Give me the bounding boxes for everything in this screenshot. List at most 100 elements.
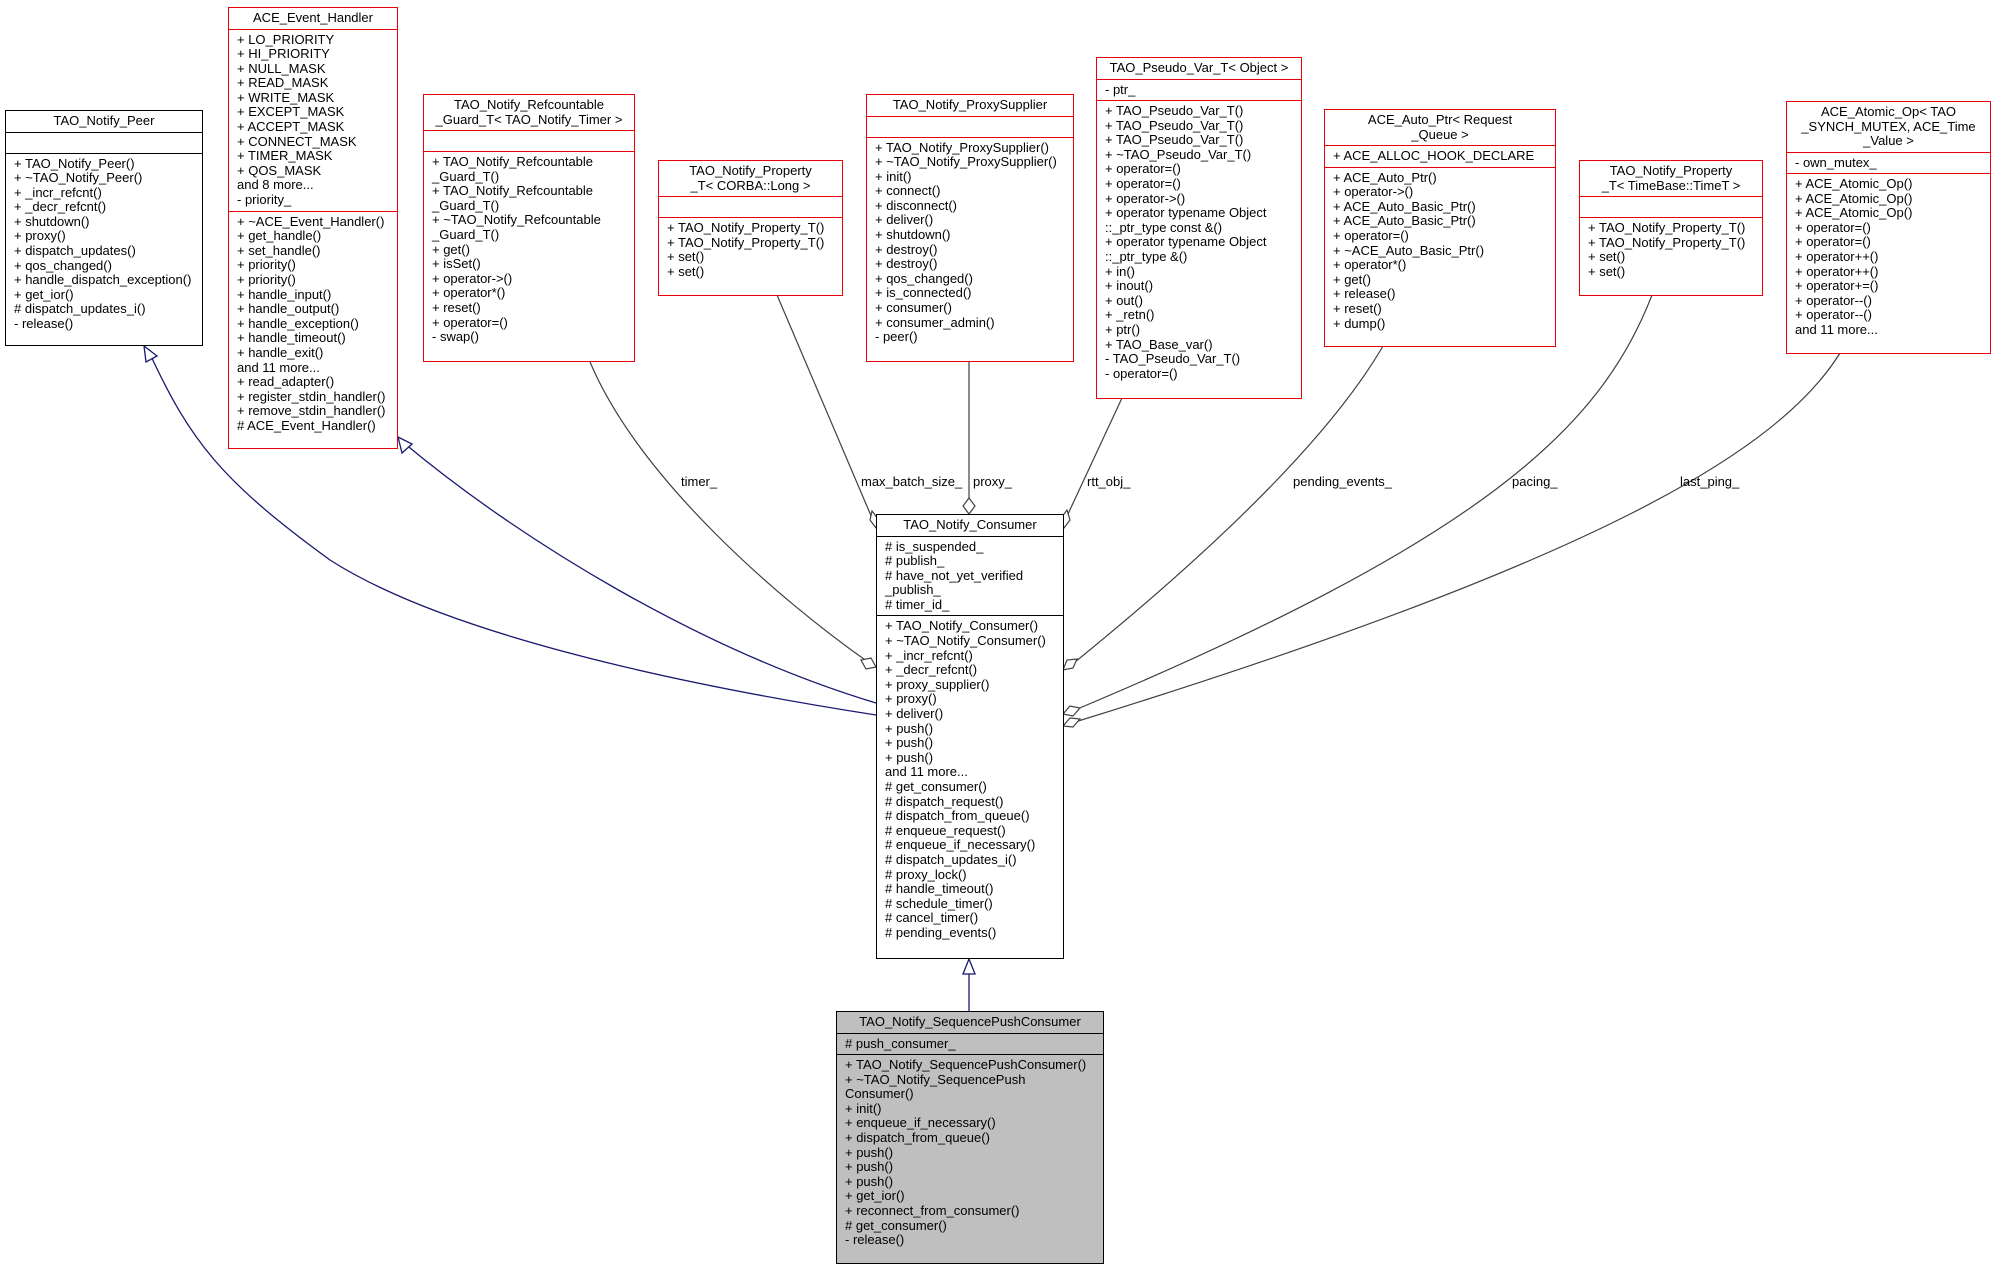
operation: + handle_exception() [237, 315, 359, 331]
inheritance-arrowhead-consumer [962, 957, 976, 975]
class-title: ACE_Auto_Ptr< Request _Queue > [1325, 110, 1555, 146]
operation: + enqueue_if_necessary() [845, 1115, 996, 1131]
class-title: TAO_Notify_Consumer [877, 515, 1063, 537]
operations-section: + ~ACE_Event_Handler() + get_handle() + se… [229, 212, 397, 437]
edge-label-last-ping: last_ping_ [1680, 474, 1740, 489]
edge-label-rtt-obj: rtt_obj_ [1087, 474, 1131, 489]
class-tao-notify-proxy-supplier[interactable]: TAO_Notify_ProxySupplier + TAO_Notify_Pro… [866, 94, 1074, 362]
operation: + operator->() [1105, 190, 1186, 206]
operation: + operator typename Object [1105, 205, 1267, 221]
attribute: + TIMER_MASK [237, 148, 333, 164]
operation: + shutdown() [14, 213, 90, 229]
class-tao-notify-consumer[interactable]: TAO_Notify_Consumer # is_suspended_ # publ… [876, 514, 1064, 959]
inheritance-edge-event-handler [403, 442, 877, 704]
operation: + push() [845, 1173, 894, 1189]
attribute: + CONNECT_MASK [237, 133, 357, 149]
operation: _Guard_T() [432, 197, 500, 213]
operation: + deliver() [885, 706, 944, 722]
attribute: - own_mutex_ [1795, 154, 1877, 170]
operation: + TAO_Pseudo_Var_T() [1105, 103, 1244, 119]
operations-section: + TAO_Notify_ProxySupplier() + ~TAO_Notif… [867, 138, 1073, 348]
operation: + remove_stdin_handler() [237, 403, 386, 419]
class-ace-event-handler[interactable]: ACE_Event_Handler + LO_PRIORITY + HI_PRIOR… [228, 7, 398, 449]
class-tao-notify-refcountable-guard[interactable]: TAO_Notify_Refcountable _Guard_T< TAO_No… [423, 94, 635, 362]
operation: and 11 more... [1795, 322, 1878, 338]
operation: _Guard_T() [432, 168, 500, 184]
operation: + ~TAO_Notify_Peer() [14, 170, 143, 186]
operation: + reconnect_from_consumer() [845, 1203, 1020, 1219]
operation: and 11 more... [237, 359, 320, 375]
operation: + proxy_supplier() [885, 676, 990, 692]
operation: # cancel_timer() [885, 910, 979, 926]
attributes-section [1580, 197, 1762, 218]
operation: - swap() [432, 329, 479, 345]
attributes-section [424, 131, 634, 152]
class-tao-notify-sequence-push-consumer[interactable]: TAO_Notify_SequencePushConsumer # push_co… [836, 1011, 1104, 1264]
operation: + proxy() [14, 228, 66, 244]
operation: # handle_timeout() [885, 881, 994, 897]
operation: # dispatch_request() [885, 793, 1004, 809]
operation: + operator=() [1795, 234, 1871, 250]
operation: + init() [875, 168, 912, 184]
class-tao-notify-peer[interactable]: TAO_Notify_Peer + TAO_Notify_Peer() + ~TAO… [5, 110, 203, 346]
operation: + handle_input() [237, 286, 332, 302]
operation: + get() [1333, 271, 1371, 287]
operation: ::_ptr_type const &() [1105, 219, 1223, 235]
operation: + operator*() [1333, 257, 1407, 273]
edge-label-pending-events: pending_events_ [1293, 474, 1393, 489]
operation: + destroy() [875, 256, 938, 272]
operation: + push() [845, 1144, 894, 1160]
attribute: # push_consumer_ [845, 1035, 956, 1051]
operation: + TAO_Notify_Property_T() [1588, 234, 1746, 250]
attribute: + ACCEPT_MASK [237, 119, 345, 135]
operation: + handle_timeout() [237, 330, 346, 346]
operations-section: + TAO_Pseudo_Var_T() + TAO_Pseudo_Var_T()… [1097, 101, 1301, 384]
operation: + consumer_admin() [875, 314, 995, 330]
operation: + deliver() [875, 212, 934, 228]
operation: + _incr_refcnt() [14, 184, 102, 200]
operation: + dispatch_from_queue() [845, 1130, 990, 1146]
operation: + ACE_Atomic_Op() [1795, 176, 1913, 192]
operation: + ~TAO_Pseudo_Var_T() [1105, 146, 1252, 162]
association-edge-last-ping [1074, 352, 1841, 723]
attribute: + LO_PRIORITY [237, 31, 335, 47]
class-ace-atomic-op[interactable]: ACE_Atomic_Op< TAO _SYNCH_MUTEX, ACE_Tim… [1786, 101, 1991, 354]
operations-section: + ACE_Atomic_Op() + ACE_Atomic_Op() + ACE_… [1787, 174, 1990, 341]
class-tao-pseudo-var[interactable]: TAO_Pseudo_Var_T< Object > - ptr_ + TAO_Ps… [1096, 57, 1302, 399]
operation: + set() [667, 263, 705, 279]
operation: + read_adapter() [237, 374, 335, 390]
operations-section: + TAO_Notify_Refcountable _Guard_T() + TAO… [424, 152, 634, 348]
attributes-section: - ptr_ [1097, 80, 1301, 102]
attributes-section: # push_consumer_ [837, 1034, 1103, 1056]
operation: - operator=() [1105, 365, 1178, 381]
class-ace-auto-ptr[interactable]: ACE_Auto_Ptr< Request _Queue > + ACE_ALLO… [1324, 109, 1556, 347]
operation: - TAO_Pseudo_Var_T() [1105, 351, 1241, 367]
operation: - peer() [875, 329, 918, 345]
operation: + ~TAO_Notify_SequencePush [845, 1071, 1026, 1087]
operation: + _retn() [1105, 307, 1155, 323]
operation: + operator*() [432, 285, 506, 301]
operation: + operator++() [1795, 263, 1879, 279]
class-title: TAO_Notify_ProxySupplier [867, 95, 1073, 117]
operation: + TAO_Pseudo_Var_T() [1105, 132, 1244, 148]
operations-section: + ACE_Auto_Ptr() + operator->() + ACE_Auto… [1325, 168, 1555, 335]
class-tao-notify-property-corba-long[interactable]: TAO_Notify_Property _T< CORBA::Long > + T… [658, 160, 843, 296]
operation: + ACE_Auto_Ptr() [1333, 169, 1437, 185]
operation: - release() [845, 1232, 905, 1248]
operation: + _decr_refcnt() [885, 662, 978, 678]
operation: + set() [1588, 263, 1626, 279]
class-title: TAO_Pseudo_Var_T< Object > [1097, 58, 1301, 80]
operation: + reset() [1333, 300, 1382, 316]
operation: + TAO_Pseudo_Var_T() [1105, 117, 1244, 133]
attribute: + HI_PRIORITY [237, 46, 330, 62]
class-tao-notify-property-timet[interactable]: TAO_Notify_Property _T< TimeBase::TimeT … [1579, 160, 1763, 296]
class-title: ACE_Atomic_Op< TAO _SYNCH_MUTEX, ACE_Tim… [1787, 102, 1990, 153]
operation: - release() [14, 316, 74, 332]
operation: + TAO_Base_var() [1105, 336, 1213, 352]
operation: + dispatch_updates() [14, 243, 136, 259]
attribute: + WRITE_MASK [237, 89, 335, 105]
operation: + get_ior() [845, 1188, 905, 1204]
operation: + TAO_Notify_Refcountable [432, 154, 594, 169]
operation: + operator--() [1795, 307, 1872, 323]
operation: + priority() [237, 257, 296, 273]
